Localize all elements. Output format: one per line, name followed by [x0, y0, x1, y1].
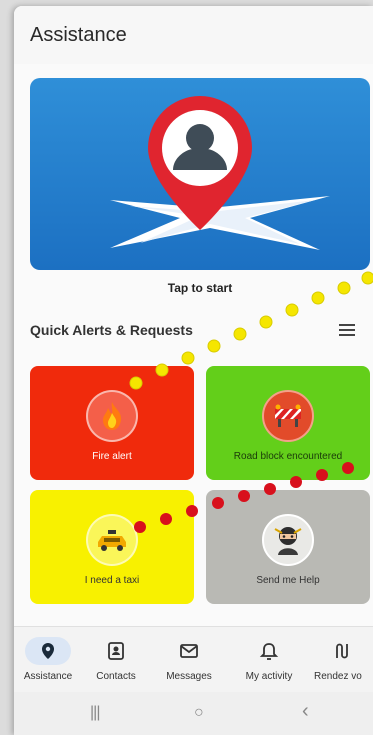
location-pin-icon	[42, 643, 54, 659]
tile-label: Fire alert	[92, 451, 132, 462]
phone-screen: Assistance Tap to start Quick Alerts & R…	[14, 6, 373, 735]
nav-label: Contacts	[96, 671, 136, 682]
app-bar: Assistance	[14, 6, 373, 64]
list-view-icon[interactable]	[339, 324, 355, 338]
section-title: Quick Alerts & Requests	[30, 322, 193, 338]
page-title: Assistance	[30, 24, 127, 46]
ninja-icon	[262, 514, 314, 566]
road-block-tile[interactable]: Road block encountered	[206, 366, 370, 480]
nav-label: Assistance	[23, 671, 73, 682]
back-button[interactable]: ‹	[302, 700, 309, 723]
nav-rendez-vous[interactable]: Rendez vo	[310, 627, 373, 693]
home-button[interactable]: ○	[194, 704, 204, 722]
nav-label: Rendez vo	[314, 671, 362, 682]
nav-label: Messages	[166, 671, 212, 682]
system-navigation-bar: ||| ○ ‹	[14, 692, 373, 735]
bottom-navigation: Assistance Contacts Messages My activity	[14, 626, 373, 693]
nav-label: My activity	[245, 671, 293, 682]
roadblock-icon	[262, 390, 314, 442]
recents-button[interactable]: |||	[90, 704, 101, 722]
fire-alert-tile[interactable]: Fire alert	[30, 366, 194, 480]
bell-icon	[259, 643, 279, 660]
flame-icon	[86, 390, 138, 442]
tile-label: Send me Help	[256, 575, 320, 586]
nav-contacts[interactable]: Contacts	[84, 627, 148, 693]
nav-messages[interactable]: Messages	[154, 627, 224, 693]
mail-icon	[180, 644, 198, 658]
tile-label: I need a taxi	[84, 575, 140, 586]
taxi-icon	[86, 514, 138, 566]
send-help-tile[interactable]: Send me Help	[206, 490, 370, 604]
route-icon	[335, 643, 348, 659]
nav-my-activity[interactable]: My activity	[232, 627, 306, 693]
taxi-request-tile[interactable]: I need a taxi	[30, 490, 194, 604]
start-map-button[interactable]	[30, 78, 370, 270]
nav-assistance[interactable]: Assistance	[14, 627, 82, 693]
map-pin-icon	[110, 96, 330, 250]
contact-card-icon	[108, 642, 124, 660]
tap-to-start-label[interactable]: Tap to start	[14, 281, 373, 295]
tile-label: Road block encountered	[233, 451, 343, 462]
